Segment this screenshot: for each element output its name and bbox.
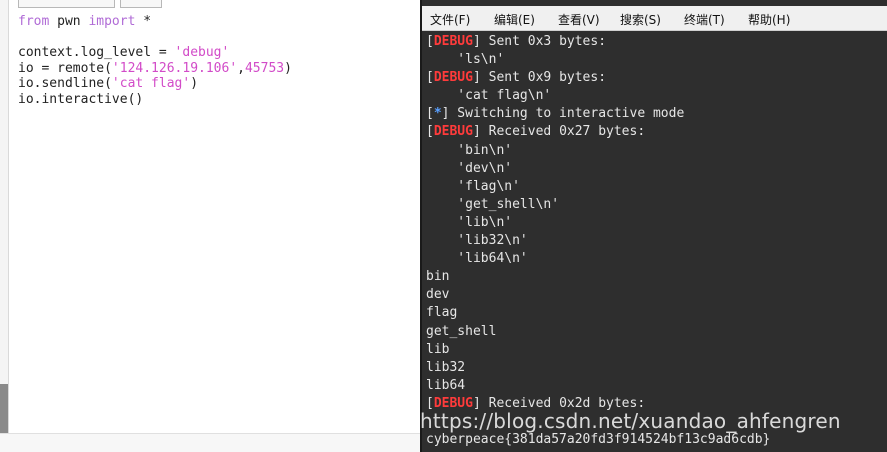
terminal-text: 'bin\n' <box>426 142 513 158</box>
terminal-text: lib64 <box>426 377 466 393</box>
menu-item[interactable]: 终端(T) <box>684 11 725 28</box>
menu-item[interactable]: 文件(F) <box>430 11 470 28</box>
terminal-text: cyberpeace{381da57a20fd3f914524bf13c9ad6… <box>426 432 771 448</box>
terminal-line: lib32 <box>426 359 770 377</box>
debug-tag: DEBUG <box>433 70 473 86</box>
terminal-line: dev <box>426 286 770 304</box>
menu-item[interactable]: 查看(V) <box>558 11 600 28</box>
terminal-text: Switching to interactive mode <box>449 106 685 122</box>
code-line: context.log_level = 'debug' <box>18 45 292 61</box>
watermark-text: https://blog.csdn.net/xuandao_ahfengren <box>420 409 841 433</box>
terminal-text: lib <box>426 341 450 357</box>
terminal-menubar: 文件(F) 编辑(E) 查看(V) 搜索(S) 终端(T) 帮助(H) <box>422 6 887 31</box>
menu-item[interactable]: 帮助(H) <box>748 11 790 28</box>
code-line: io.interactive() <box>18 92 292 108</box>
code-line: io = remote('124.126.19.106',45753) <box>18 61 292 77</box>
terminal-line: bin <box>426 268 770 286</box>
code-token: context.log_level = <box>18 45 175 61</box>
terminal-text: 'get_shell\n' <box>426 196 560 212</box>
code-token: 'debug' <box>174 45 230 61</box>
terminal-line: cyberpeace{381da57a20fd3f914524bf13c9ad6… <box>426 431 770 449</box>
code-token: from <box>18 14 50 29</box>
editor-scrollbar[interactable] <box>0 384 8 434</box>
code-token: import <box>88 14 136 29</box>
editor-tab-bar <box>16 0 176 8</box>
terminal-text: 'lib64\n' <box>426 251 528 267</box>
terminal-line: flag <box>426 304 770 322</box>
code-token: ) <box>284 60 292 76</box>
terminal-text: 'cat flag\n' <box>426 88 552 104</box>
terminal-line: 'dev\n' <box>426 160 770 178</box>
code-token: io.sendline( <box>18 76 112 92</box>
terminal-text: Received 0x27 bytes: <box>480 124 646 140</box>
terminal-line: 'flag\n' <box>426 178 770 196</box>
code-token: ) <box>190 76 199 92</box>
code-token: * <box>135 14 152 29</box>
terminal-line: 'ls\n' <box>426 51 770 69</box>
menu-item[interactable]: 编辑(E) <box>494 11 535 28</box>
terminal-text: 'flag\n' <box>426 178 520 194</box>
terminal-text: 'ls\n' <box>426 52 505 68</box>
code-editor-pane[interactable]: from pwn import * context.log_level = 'd… <box>0 0 420 452</box>
code-token: '124.126.19.106' <box>111 60 238 76</box>
editor-status-bar <box>0 433 420 452</box>
terminal-text: Sent 0x9 bytes: <box>480 70 607 86</box>
terminal-text: Sent 0x3 bytes: <box>480 34 607 49</box>
debug-tag: DEBUG <box>433 124 473 140</box>
terminal-window[interactable]: 文件(F) 编辑(E) 查看(V) 搜索(S) 终端(T) 帮助(H) [DEBUG] S… <box>420 0 887 452</box>
terminal-line: 'bin\n' <box>426 142 770 160</box>
terminal-line: lib64 <box>426 377 770 395</box>
terminal-text: dev <box>426 287 450 303</box>
debug-tag: DEBUG <box>433 34 473 49</box>
code-token: io.interactive() <box>18 91 144 107</box>
code-line: io.sendline('cat flag') <box>18 76 292 92</box>
terminal-line: 'get_shell\n' <box>426 196 770 214</box>
menu-item[interactable]: 搜索(S) <box>620 11 661 28</box>
code-token: 45753 <box>244 60 285 76</box>
terminal-line: 'lib\n' <box>426 214 770 232</box>
terminal-line: 'lib64\n' <box>426 250 770 268</box>
code-line: from pwn import * <box>18 14 292 30</box>
terminal-text: 'lib32\n' <box>426 233 528 249</box>
terminal-line: lib <box>426 341 770 359</box>
terminal-text: flag <box>426 305 458 321</box>
code-token: , <box>237 60 245 76</box>
code-token: pwn <box>49 14 89 29</box>
terminal-line: get_shell <box>426 323 770 341</box>
terminal-line: [*] Switching to interactive mode <box>426 106 685 122</box>
terminal-line: [DEBUG] Sent 0x3 bytes: <box>426 34 607 49</box>
info-tag: * <box>433 106 442 122</box>
terminal-line: 'cat flag\n' <box>426 87 770 105</box>
editor-tab[interactable] <box>18 0 115 8</box>
terminal-output[interactable]: [DEBUG] Sent 0x3 bytes: 'ls\n' [DEBUG] Se… <box>426 33 770 449</box>
code-token: io = remote( <box>18 60 112 76</box>
terminal-text: get_shell <box>426 323 497 339</box>
terminal-line: [DEBUG] Received 0x27 bytes: <box>426 124 646 140</box>
terminal-text: 'lib\n' <box>426 214 513 230</box>
python-code[interactable]: from pwn import * context.log_level = 'd… <box>18 14 292 108</box>
terminal-text: lib32 <box>426 359 466 375</box>
code-token: 'cat flag' <box>111 76 191 92</box>
terminal-text: 'dev\n' <box>426 160 513 176</box>
terminal-line: [DEBUG] Sent 0x9 bytes: <box>426 70 607 86</box>
terminal-line: 'lib32\n' <box>426 232 770 250</box>
terminal-text: bin <box>426 269 450 285</box>
editor-tab[interactable] <box>120 0 162 8</box>
